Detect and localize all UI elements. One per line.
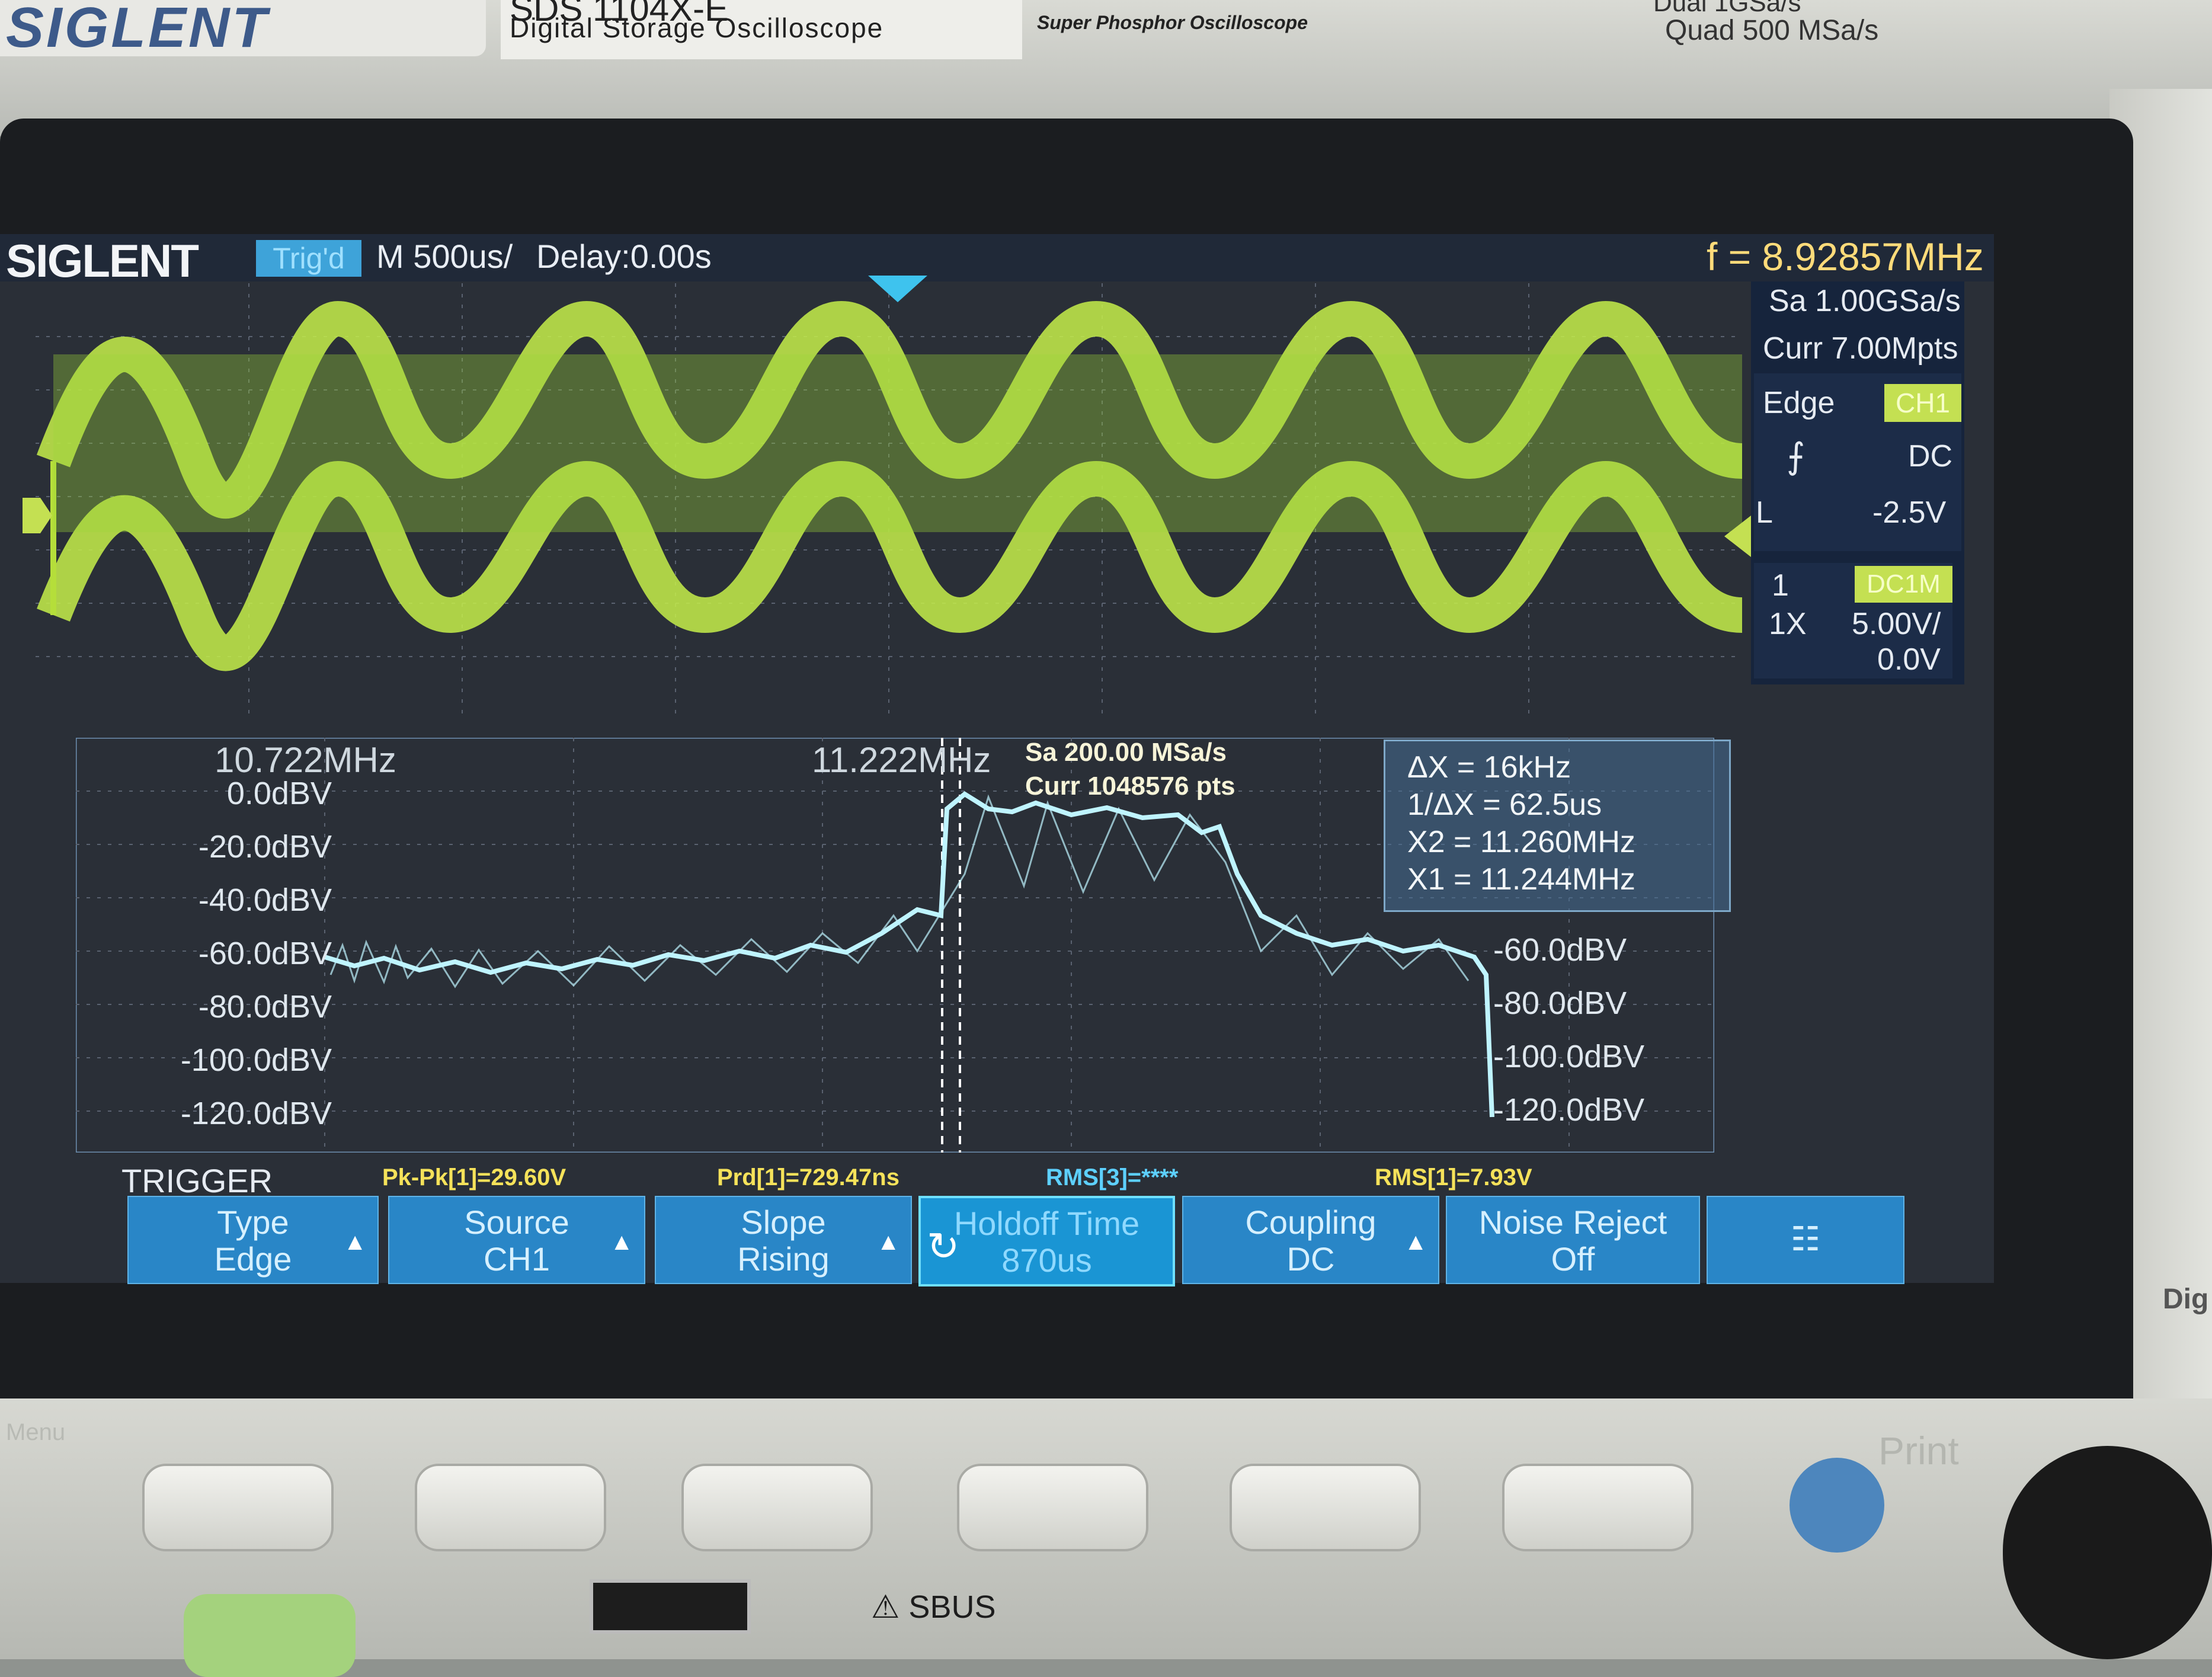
spec-line-2: Quad 500 MSa/s [1665,15,1879,46]
cursor-inverse-delta-x: 1/ΔX = 62.5us [1407,788,1602,822]
hardware-softkey-1[interactable] [142,1464,334,1551]
fft-scale-right-1: -80.0dBV [1493,985,1627,1021]
softkey-holdoff-time[interactable]: Holdoff Time 870us ↻ [918,1196,1175,1286]
hardware-softkey-5[interactable] [1230,1464,1421,1551]
fft-spectrum-trace [324,791,1494,1118]
measure-rms3: RMS[3]=**** [1046,1164,1179,1190]
softkey-slope-value: Rising [737,1240,830,1278]
power-button[interactable] [184,1594,356,1677]
cursor-x1: X1 = 11.244MHz [1407,862,1635,897]
fft-scale-left-1: -20.0dBV [198,829,332,865]
channel-number: 1 [1772,568,1789,603]
print-label: Print [1878,1429,1959,1473]
up-arrow-icon: ▲ [343,1229,367,1255]
up-arrow-icon: ▲ [1404,1229,1427,1255]
softkey-noise-reject[interactable]: Noise Reject Off [1446,1196,1700,1284]
up-arrow-icon: ▲ [610,1229,633,1255]
menu-label: Menu [6,1419,66,1445]
measure-rms1: RMS[1]=7.93V [1375,1164,1532,1190]
fft-sample-rate: Sa 200.00 MSa/s [1025,738,1227,767]
menu-title: TRIGGER [121,1162,273,1199]
sbus-label: ⚠ SBUS [871,1589,996,1625]
trigger-level-value: -2.5V [1872,495,1947,530]
timebase-readout: M 500us/ [376,238,513,275]
softkey-noise-reject-value: Off [1551,1240,1595,1278]
adjust-knob-icon: ↻ [927,1224,960,1268]
usb-port [590,1579,751,1634]
fft-start-frequency: 10.722MHz [215,740,396,780]
fft-scale-left-5: -100.0dBV [180,1042,332,1078]
memory-depth: Curr 7.00Mpts [1763,331,1958,366]
fft-scale-right-2: -100.0dBV [1493,1039,1645,1074]
trigger-level-marker-icon [1724,516,1751,557]
sample-rate: Sa 1.00GSa/s [1769,284,1961,318]
fft-scale-left-3: -60.0dBV [198,936,332,971]
frequency-readout: f = 8.92857MHz [1707,235,1984,279]
model-subtitle: Digital Storage Oscilloscope [510,12,884,43]
hardware-softkey-2[interactable] [415,1464,606,1551]
volts-per-div: 5.00V/ [1852,607,1941,641]
softkey-holdoff-value: 870us [1001,1241,1092,1279]
measure-pkpk: Pk-Pk[1]=29.60V [382,1164,566,1190]
softkey-type-value: Edge [214,1240,292,1278]
dig-label: Dig [2163,1284,2209,1315]
channel-coupling-badge: DC1M [1855,566,1952,603]
print-button[interactable] [1790,1458,1884,1553]
delay-readout: Delay:0.00s [536,238,712,275]
softkey-source[interactable]: Source CH1 ▲ [388,1196,645,1284]
fft-scale-left-4: -80.0dBV [198,989,332,1025]
ch1-ground-marker-icon [23,498,52,533]
cursor-delta-x: ΔX = 16kHz [1407,750,1571,785]
network-icon: ☷ [1790,1220,1821,1257]
fft-scale-left-2: -40.0dBV [198,882,332,918]
hardware-softkey-3[interactable] [681,1464,873,1551]
rising-edge-icon: ⨍ [1787,436,1806,476]
fft-scale-right-3: -120.0dBV [1493,1092,1645,1128]
channel-offset: 0.0V [1877,642,1941,677]
trigger-status-badge: Trig'd [256,240,361,277]
screen-logo: SIGLENT [6,235,199,287]
sbus-text: SBUS [908,1589,996,1625]
fft-scale-left-6: -120.0dBV [180,1096,332,1131]
softkey-source-value: CH1 [483,1240,550,1278]
cursor-x2: X2 = 11.260MHz [1407,825,1635,859]
brand-logo: SIGLENT [6,0,270,59]
softkey-slope-title: Slope [741,1204,826,1241]
hardware-softkey-4[interactable] [957,1464,1148,1551]
trigger-type-label: Edge [1763,386,1835,420]
softkey-network[interactable]: ☷ [1707,1196,1904,1284]
softkey-coupling-value: DC [1286,1240,1335,1278]
time-domain-grid [36,283,1742,719]
softkey-type-title: Type [217,1204,289,1241]
softkey-coupling-title: Coupling [1245,1204,1377,1241]
trigger-level-label: L [1756,495,1773,530]
fft-scale-left-0: 0.0dBV [226,776,332,811]
spo-label: Super Phosphor Oscilloscope [1037,12,1308,33]
trigger-source-badge: CH1 [1884,384,1961,422]
fft-center-frequency: 11.222MHz [812,740,991,780]
up-arrow-icon: ▲ [876,1229,900,1255]
softkey-type[interactable]: Type Edge ▲ [127,1196,379,1284]
universal-knob[interactable] [2003,1446,2212,1659]
probe-attenuation: 1X [1769,607,1807,641]
fft-points: Curr 1048576 pts [1025,772,1235,801]
trigger-coupling: DC [1908,439,1953,473]
softkey-noise-reject-title: Noise Reject [1478,1204,1667,1241]
softkey-coupling[interactable]: Coupling DC ▲ [1182,1196,1439,1284]
softkey-slope[interactable]: Slope Rising ▲ [655,1196,912,1284]
fft-scale-right-0: -60.0dBV [1493,932,1627,968]
measure-period: Prd[1]=729.47ns [717,1164,899,1190]
trigger-position-icon [868,276,927,302]
hardware-softkey-6[interactable] [1502,1464,1694,1551]
softkey-source-title: Source [464,1204,569,1241]
